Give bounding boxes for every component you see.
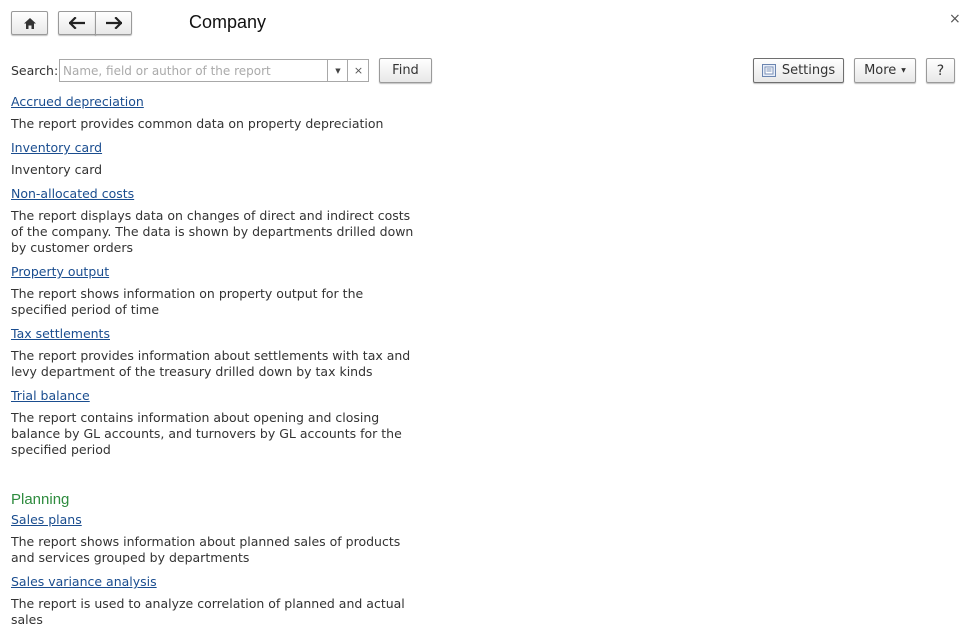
close-icon[interactable]: × <box>949 11 961 27</box>
report-group: Accrued depreciation The report provides… <box>11 94 431 458</box>
report-link-sales-plans[interactable]: Sales plans <box>11 512 82 528</box>
report-description: The report contains information about op… <box>11 410 402 457</box>
settings-button[interactable]: Settings <box>753 58 844 83</box>
search-input[interactable] <box>60 60 329 81</box>
list-item: Tax settlements The report provides info… <box>11 326 431 380</box>
chevron-down-icon: ▼ <box>901 67 906 74</box>
report-description: The report is used to analyze correlatio… <box>11 596 405 627</box>
find-button[interactable]: Find <box>379 58 432 83</box>
group-title-planning: Planning <box>11 491 70 508</box>
report-link-tax-settlements[interactable]: Tax settlements <box>11 326 110 342</box>
chevron-down-icon[interactable]: ▼ <box>327 60 348 81</box>
report-description: The report shows information on property… <box>11 286 364 317</box>
settings-icon <box>761 64 776 77</box>
arrow-right-icon <box>105 17 122 29</box>
report-link-property-output[interactable]: Property output <box>11 264 109 280</box>
home-button[interactable] <box>11 11 48 35</box>
report-link-sales-variance-analysis[interactable]: Sales variance analysis <box>11 574 157 590</box>
report-description: The report provides common data on prope… <box>11 116 384 131</box>
list-item: Property output The report shows informa… <box>11 264 431 318</box>
list-item: Non-allocated costs The report displays … <box>11 186 431 256</box>
report-description: The report shows information about plann… <box>11 534 401 565</box>
list-item: Trial balance The report contains inform… <box>11 388 431 458</box>
back-button[interactable] <box>58 11 96 35</box>
list-item: Sales plans The report shows information… <box>11 512 431 566</box>
report-description: The report displays data on changes of d… <box>11 208 414 255</box>
home-icon <box>23 17 37 30</box>
report-link-inventory-card[interactable]: Inventory card <box>11 140 102 156</box>
list-item: Sales variance analysis The report is us… <box>11 574 431 628</box>
help-button[interactable]: ? <box>926 58 955 83</box>
more-label: More <box>864 63 897 78</box>
page-title: Company <box>189 12 267 32</box>
arrow-left-icon <box>69 17 85 29</box>
report-description: The report provides information about se… <box>11 348 411 379</box>
report-list: Accrued depreciation The report provides… <box>11 94 431 636</box>
forward-button[interactable] <box>95 11 132 35</box>
settings-label: Settings <box>781 63 836 78</box>
report-group: Planning Sales plans The report shows in… <box>11 492 431 628</box>
search-label: Search: <box>11 63 59 78</box>
more-button[interactable]: More ▼ <box>854 58 916 83</box>
clear-icon[interactable]: × <box>347 60 369 81</box>
report-link-trial-balance[interactable]: Trial balance <box>11 388 90 404</box>
report-link-non-allocated-costs[interactable]: Non-allocated costs <box>11 186 134 202</box>
report-description: Inventory card <box>11 162 103 177</box>
report-link-accrued-depreciation[interactable]: Accrued depreciation <box>11 94 144 110</box>
search-field: ▼ × <box>59 59 369 82</box>
list-item: Accrued depreciation The report provides… <box>11 94 431 132</box>
list-item: Inventory card Inventory card <box>11 140 431 178</box>
